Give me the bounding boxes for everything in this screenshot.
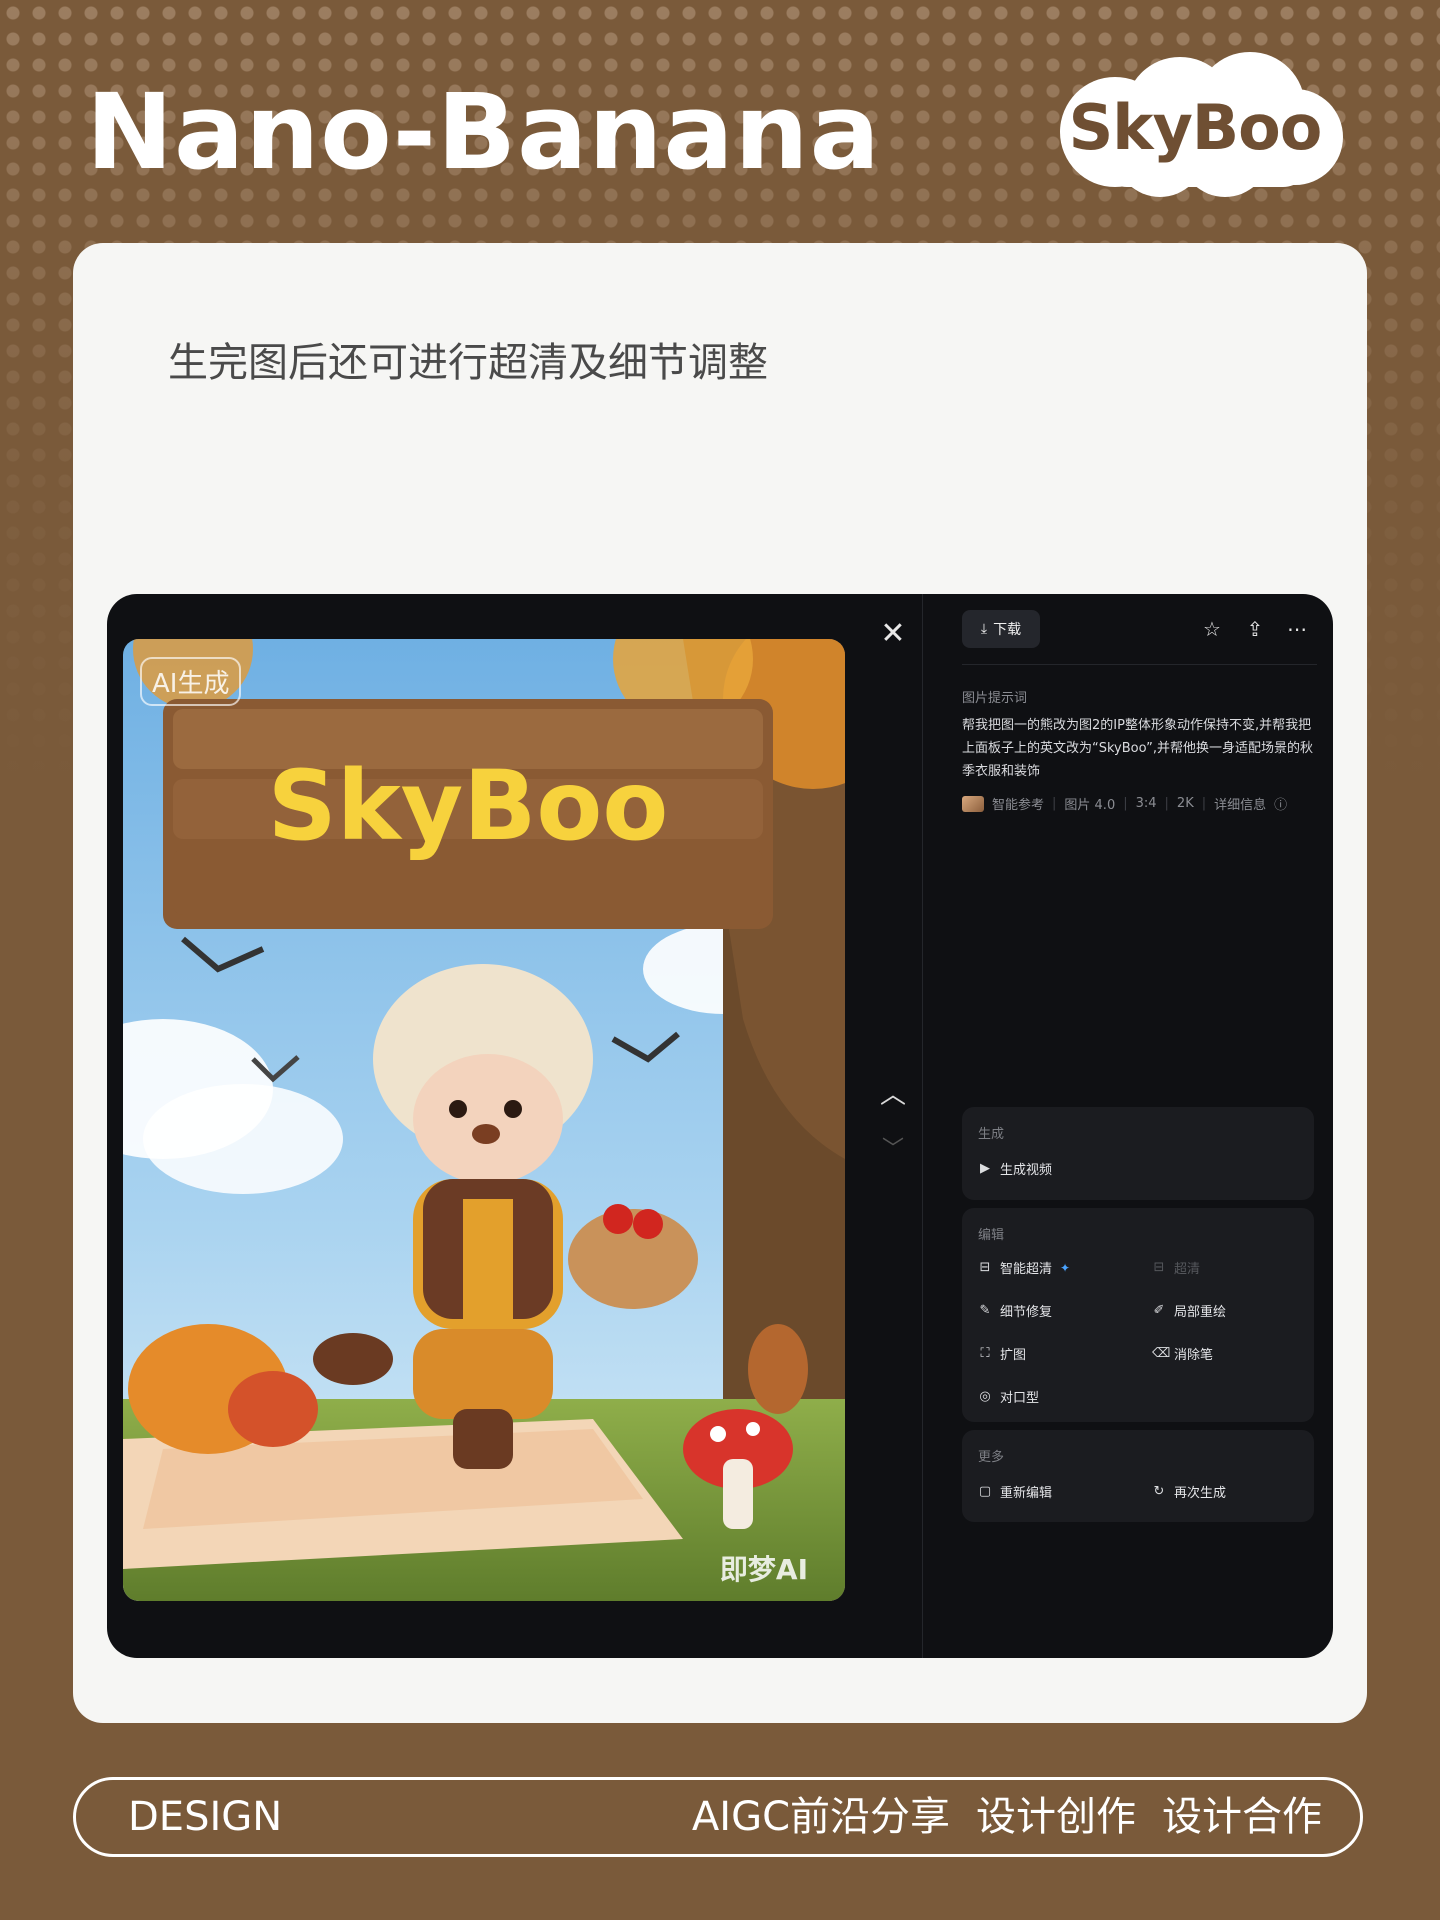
section-more: 更多 ▢ 重新编辑 ↻ 再次生成 — [962, 1430, 1314, 1522]
regenerate-button[interactable]: ↻ 再次生成 — [1152, 1482, 1226, 1501]
footer-tag: 设计创作 — [976, 1794, 1136, 1840]
detail-repair-button[interactable]: ✎ 细节修复 — [978, 1301, 1052, 1320]
logo-text: SkyBoo — [1068, 90, 1323, 164]
footer-tag: AIGC前沿分享 — [691, 1794, 950, 1840]
outpaint-label: 扩图 — [1000, 1348, 1027, 1363]
meta-separator: | — [1164, 796, 1169, 811]
regenerate-label: 再次生成 — [1174, 1486, 1227, 1501]
generate-video-label: 生成视频 — [1000, 1163, 1053, 1178]
video-icon: ▶ — [980, 1161, 990, 1176]
close-icon[interactable]: ✕ — [877, 618, 909, 650]
upscale-button[interactable]: ⊟ 超清 — [1152, 1258, 1200, 1277]
meta-reference: 智能参考 — [992, 798, 1045, 813]
ai-generated-badge: AI生成 — [140, 657, 242, 706]
lips-icon: ◎ — [979, 1389, 991, 1404]
share-icon[interactable]: ⇪ — [1240, 614, 1270, 644]
generate-video-button[interactable]: ▶ 生成视频 — [978, 1159, 1052, 1178]
image-meta: 智能参考 | 图片 4.0 | 3:4 | 2K | 详细信息 ⓘ — [962, 794, 1317, 813]
section-generate: 生成 ▶ 生成视频 — [962, 1107, 1314, 1200]
watermark-text: 即梦AI — [720, 1553, 808, 1586]
reference-thumbnail — [962, 795, 984, 812]
meta-separator: | — [1052, 796, 1057, 811]
lip-sync-label: 对口型 — [1000, 1391, 1040, 1406]
meta-separator: | — [1201, 796, 1207, 811]
skyboo-logo: SkyBoo — [1040, 52, 1350, 202]
eraser-label: 消除笔 — [1174, 1348, 1214, 1363]
download-button[interactable]: ⤓ 下载 — [962, 610, 1040, 648]
more-icon[interactable]: ⋯ — [1282, 614, 1312, 644]
card-subtitle: 生完图后还可进行超清及细节调整 — [168, 340, 768, 386]
sparkle-icon: ✦ — [1060, 1260, 1071, 1275]
lip-sync-button[interactable]: ◎ 对口型 — [978, 1387, 1039, 1406]
section-more-title: 更多 — [978, 1450, 1005, 1465]
app-window: SkyBoo 即梦AI AI生成 ✕ ︿ ﹀ ⤓ 下载 ☆ ⇪ ⋯ 图片提示词 … — [107, 594, 1333, 1658]
brush-icon: ✐ — [1153, 1303, 1165, 1318]
eraser-icon: ⌫ — [1152, 1346, 1171, 1361]
section-generate-title: 生成 — [978, 1127, 1005, 1142]
re-edit-label: 重新编辑 — [1000, 1486, 1053, 1501]
info-icon[interactable]: ⓘ — [1274, 794, 1287, 813]
magic-wand-icon: ✎ — [979, 1303, 991, 1318]
sign-text: SkyBoo — [268, 750, 669, 862]
meta-resolution: 2K — [1176, 796, 1194, 811]
inpaint-button[interactable]: ✐ 局部重绘 — [1152, 1301, 1226, 1320]
generated-image[interactable]: SkyBoo 即梦AI AI生成 — [123, 639, 845, 1601]
smart-upscale-label: 智能超清 — [1000, 1262, 1053, 1277]
re-edit-button[interactable]: ▢ 重新编辑 — [978, 1482, 1052, 1501]
meta-ratio: 3:4 — [1135, 796, 1157, 811]
footer-design-label: DESIGN — [128, 1794, 283, 1840]
chevron-down-icon[interactable]: ﹀ — [877, 1134, 909, 1166]
prompt-label: 图片提示词 — [962, 691, 1028, 706]
autumn-scene-illustration: SkyBoo 即梦AI — [123, 639, 845, 1601]
detail-repair-label: 细节修复 — [1000, 1305, 1053, 1320]
section-edit-title: 编辑 — [978, 1228, 1005, 1243]
content-card: 生完图后还可进行超清及细节调整 SkyBoo 即梦AI AI生成 ✕ ︿ ﹀ ⤓… — [73, 243, 1367, 1723]
inpaint-label: 局部重绘 — [1174, 1305, 1227, 1320]
section-edit: 编辑 ⊟ 智能超清 ✦ ⊟ 超清 ✎ 细节修复 ✐ 局部重绘 ⛶ 扩图 ⌫ 消除… — [962, 1208, 1314, 1422]
upscale-label: 超清 — [1174, 1262, 1201, 1277]
outpaint-button[interactable]: ⛶ 扩图 — [978, 1344, 1026, 1363]
panel-divider — [922, 594, 923, 1658]
prompt-text: 帮我把图一的熊改为图2的IP整体形象动作保持不变,并帮我把上面板子上的英文改为“… — [962, 718, 1313, 779]
footer-tags: AIGC前沿分享 设计创作 设计合作 — [692, 1780, 1322, 1854]
meta-model: 图片 4.0 — [1064, 798, 1116, 813]
chevron-up-icon[interactable]: ︿ — [877, 1079, 909, 1111]
download-label: 下载 — [993, 622, 1022, 638]
upscale-icon: ⊟ — [979, 1260, 991, 1275]
refresh-icon: ↻ — [1153, 1484, 1165, 1499]
download-icon: ⤓ — [980, 621, 988, 637]
footer-banner: DESIGN AIGC前沿分享 设计创作 设计合作 — [73, 1777, 1363, 1857]
expand-icon: ⛶ — [980, 1346, 990, 1361]
star-icon[interactable]: ☆ — [1197, 614, 1227, 644]
page-title: Nano-Banana — [86, 71, 881, 193]
footer-tag: 设计合作 — [1162, 1794, 1322, 1840]
panel-header-divider — [962, 664, 1317, 665]
details-panel: ⤓ 下载 ☆ ⇪ ⋯ 图片提示词 帮我把图一的熊改为图2的IP整体形象动作保持不… — [962, 594, 1317, 1658]
meta-details-link[interactable]: 详细信息 — [1214, 794, 1266, 813]
eraser-button[interactable]: ⌫ 消除笔 — [1152, 1344, 1213, 1363]
edit-icon: ▢ — [978, 1484, 992, 1499]
smart-upscale-button[interactable]: ⊟ 智能超清 ✦ — [978, 1258, 1071, 1277]
meta-separator: | — [1123, 796, 1128, 811]
hd-icon: ⊟ — [1153, 1260, 1165, 1275]
